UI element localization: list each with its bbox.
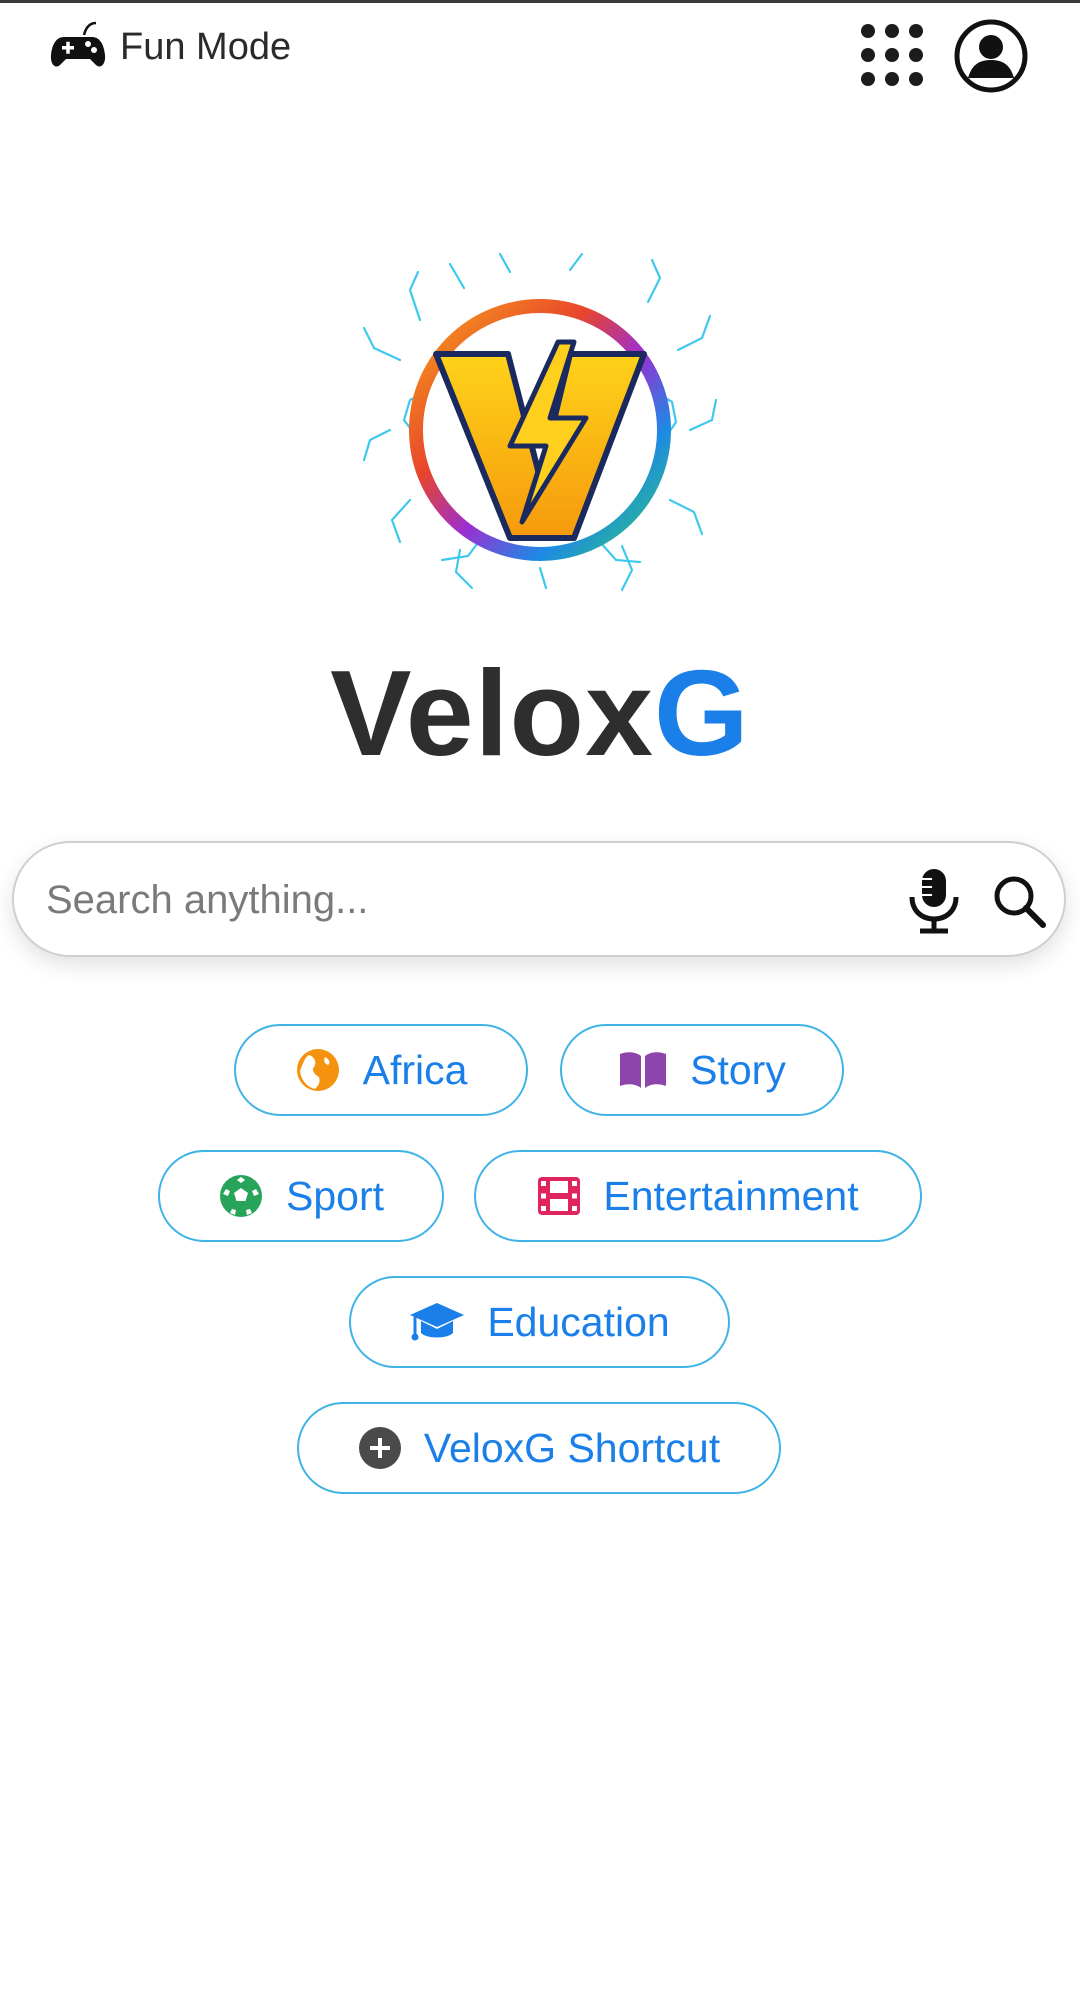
- book-open-icon: [620, 1052, 667, 1088]
- chip-label: VeloxG Shortcut: [423, 1424, 721, 1471]
- account-button[interactable]: [953, 18, 1029, 94]
- search-input[interactable]: [44, 863, 878, 937]
- plus-circle-icon: [358, 1427, 401, 1469]
- fun-mode-label: Fun Mode: [120, 25, 292, 68]
- search-submit-button[interactable]: [989, 871, 1049, 931]
- search-icon: [994, 876, 1046, 928]
- account-circle-icon: [954, 19, 1028, 93]
- chip-label: Entertainment: [603, 1172, 859, 1219]
- search-bar: [12, 841, 1066, 957]
- apps-button[interactable]: [856, 19, 928, 91]
- chip-label: Africa: [362, 1046, 468, 1093]
- fun-mode-toggle[interactable]: Fun Mode: [50, 17, 291, 77]
- chip-label: Story: [690, 1046, 786, 1093]
- chip-africa[interactable]: Africa: [234, 1024, 528, 1116]
- microphone-icon: [909, 869, 959, 934]
- voice-search-button[interactable]: [904, 867, 964, 935]
- gamepad-icon: [50, 19, 106, 76]
- chip-label: Sport: [286, 1172, 384, 1219]
- chip-veloxg-shortcut[interactable]: VeloxG Shortcut: [297, 1402, 781, 1494]
- top-bar: Fun Mode: [0, 3, 1080, 103]
- globe-africa-icon: [296, 1049, 339, 1091]
- brand-part-g: G: [653, 645, 750, 781]
- chip-education[interactable]: Education: [349, 1276, 730, 1368]
- chip-sport[interactable]: Sport: [158, 1150, 444, 1242]
- veloxg-logo: [360, 250, 720, 595]
- apps-grid-icon: [861, 24, 923, 86]
- chip-entertainment[interactable]: Entertainment: [474, 1150, 922, 1242]
- film-icon: [538, 1177, 581, 1215]
- graduation-cap-icon: [410, 1303, 465, 1341]
- chip-story[interactable]: Story: [560, 1024, 844, 1116]
- chip-label: Education: [487, 1298, 670, 1345]
- brand-part-velox: Velox: [330, 645, 654, 781]
- soccer-ball-icon: [220, 1175, 262, 1217]
- brand-wordmark: VeloxG: [0, 648, 1080, 778]
